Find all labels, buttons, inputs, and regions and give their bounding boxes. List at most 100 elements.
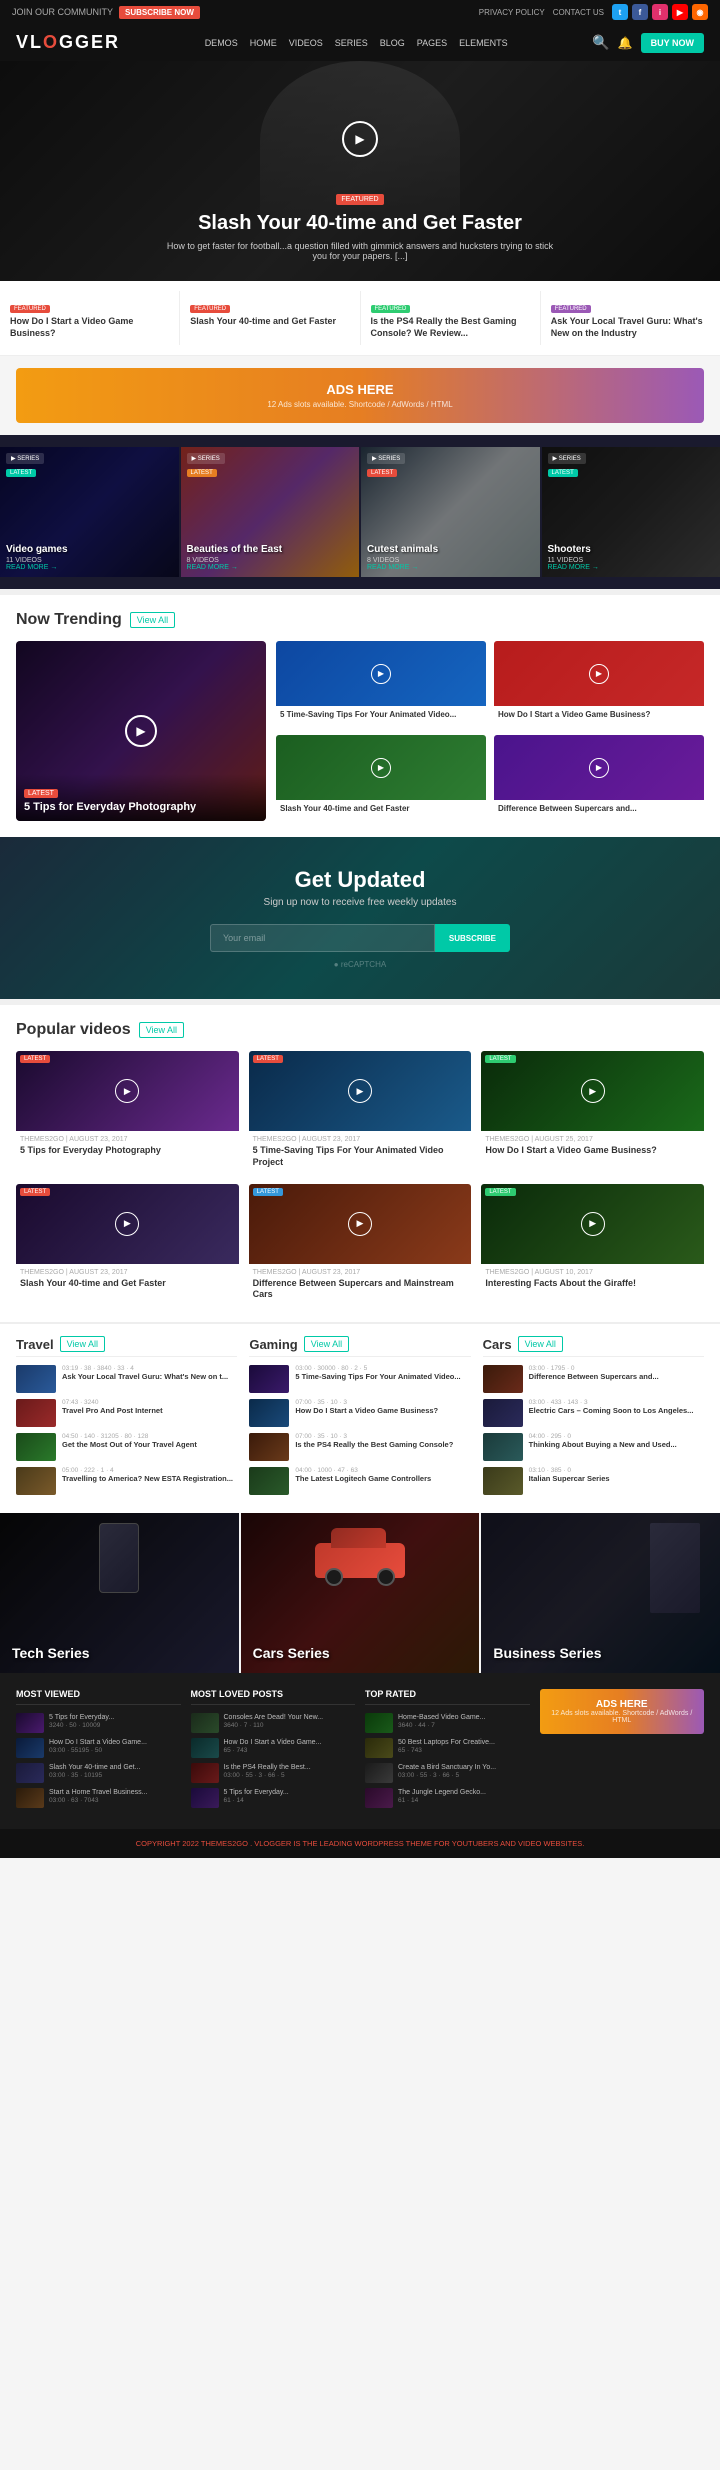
nav-blog[interactable]: BLOG xyxy=(380,38,405,48)
cars-view-all[interactable]: View All xyxy=(518,1336,563,1352)
subscribe-form-button[interactable]: SUBSCRIBE xyxy=(435,924,510,952)
most-viewed-item-1[interactable]: 5 Tips for Everyday... 3240 · 50 · 10009 xyxy=(16,1713,181,1733)
twitter-icon[interactable]: t xyxy=(612,4,628,20)
travel-item-3[interactable]: 04:50 · 140 · 31205 · 80 · 128 Get the M… xyxy=(16,1433,237,1461)
popular-play-2[interactable]: ▶ xyxy=(348,1079,372,1103)
series-read-more-1[interactable]: READ MORE → xyxy=(6,564,173,571)
popular-play-3[interactable]: ▶ xyxy=(581,1079,605,1103)
most-viewed-item-3[interactable]: Slash Your 40-time and Get... 03:00 · 35… xyxy=(16,1763,181,1783)
youtube-icon[interactable]: ▶ xyxy=(672,4,688,20)
nav-series[interactable]: SERIES xyxy=(335,38,368,48)
nav-videos[interactable]: VIDEOS xyxy=(289,38,323,48)
travel-item-1[interactable]: 03:19 · 38 · 3840 · 33 · 4 Ask Your Loca… xyxy=(16,1365,237,1393)
privacy-link[interactable]: PRIVACY POLICY xyxy=(479,8,545,17)
top-rated-item-3[interactable]: Create a Bird Sanctuary In Yo... 03:00 ·… xyxy=(365,1763,530,1783)
travel-item-4[interactable]: 05:00 · 222 · 1 · 4 Travelling to Americ… xyxy=(16,1467,237,1495)
popular-card-2[interactable]: LATEST ▶ THEMES2GO | AUGUST 23, 2017 5 T… xyxy=(249,1051,472,1173)
trending-small-play-4[interactable]: ▶ xyxy=(589,758,609,778)
series-read-more-4[interactable]: READ MORE → xyxy=(548,564,715,571)
travel-item-2[interactable]: 07:43 · 3240 Travel Pro And Post Interne… xyxy=(16,1399,237,1427)
featured-card-1[interactable]: FEATURED How Do I Start a Video Game Bus… xyxy=(0,291,180,345)
nav-demos[interactable]: DEMOS xyxy=(205,38,238,48)
ads-banner[interactable]: ADS HERE 12 Ads slots available. Shortco… xyxy=(16,368,704,423)
instagram-icon[interactable]: i xyxy=(652,4,668,20)
most-loved-item-2[interactable]: How Do I Start a Video Game... 65 · 743 xyxy=(191,1738,356,1758)
series-card-shooters[interactable]: ▶ SERIES LATEST Shooters 11 VIDEOS READ … xyxy=(542,447,720,577)
travel-item-meta-4: 05:00 · 222 · 1 · 4 xyxy=(62,1467,237,1474)
nav-pages[interactable]: PAGES xyxy=(417,38,447,48)
popular-play-1[interactable]: ▶ xyxy=(115,1079,139,1103)
series-read-more-2[interactable]: READ MORE → xyxy=(187,564,354,571)
trending-main-play[interactable]: ▶ xyxy=(125,715,157,747)
cars-item-1[interactable]: 03:00 · 1795 · 0 Difference Between Supe… xyxy=(483,1365,704,1393)
main-nav: DEMOS HOME VIDEOS SERIES BLOG PAGES ELEM… xyxy=(205,38,508,48)
most-loved-item-4[interactable]: 5 Tips for Everyday... 61 · 14 xyxy=(191,1788,356,1808)
top-rated-item-2[interactable]: 50 Best Laptops For Creative... 65 · 743 xyxy=(365,1738,530,1758)
gaming-item-4[interactable]: 04:00 · 1000 · 47 · 63 The Latest Logite… xyxy=(249,1467,470,1495)
gaming-item-info-2: 07:00 · 35 · 10 · 3 How Do I Start a Vid… xyxy=(295,1399,470,1427)
buy-now-button[interactable]: BUY NOW xyxy=(641,33,704,53)
nav-elements[interactable]: ELEMENTS xyxy=(459,38,508,48)
trending-main-info: LATEST 5 Tips for Everyday Photography xyxy=(16,774,266,821)
rss-icon[interactable]: ◉ xyxy=(692,4,708,20)
popular-source-3: THEMES2GO | AUGUST 25, 2017 xyxy=(485,1136,700,1143)
cars-item-2[interactable]: 03:00 · 433 · 143 · 3 Electric Cars – Co… xyxy=(483,1399,704,1427)
hero-play-button[interactable]: ▶ xyxy=(342,121,378,157)
subscribe-btn[interactable]: SUBSCRIBE NOW xyxy=(119,6,200,19)
most-viewed-item-2[interactable]: How Do I Start a Video Game... 03:00 · 5… xyxy=(16,1738,181,1758)
popular-card-3[interactable]: LATEST ▶ THEMES2GO | AUGUST 25, 2017 How… xyxy=(481,1051,704,1173)
trending-small-play-2[interactable]: ▶ xyxy=(589,664,609,684)
trending-view-all[interactable]: View All xyxy=(130,612,175,628)
footer-ads-banner[interactable]: ADS HERE 12 Ads slots available. Shortco… xyxy=(540,1689,705,1734)
popular-play-6[interactable]: ▶ xyxy=(581,1212,605,1236)
popular-card-6[interactable]: LATEST ▶ THEMES2GO | AUGUST 10, 2017 Int… xyxy=(481,1184,704,1306)
popular-card-4[interactable]: LATEST ▶ THEMES2GO | AUGUST 23, 2017 Sla… xyxy=(16,1184,239,1306)
gaming-item-1[interactable]: 03:00 · 30000 · 80 · 2 · 5 5 Time-Saving… xyxy=(249,1365,470,1393)
popular-play-4[interactable]: ▶ xyxy=(115,1212,139,1236)
series-card-video-games[interactable]: ▶ SERIES LATEST Video games 11 VIDEOS RE… xyxy=(0,447,179,577)
trending-small-4[interactable]: ▶ Difference Between Supercars and... xyxy=(494,735,704,821)
facebook-icon[interactable]: f xyxy=(632,4,648,20)
trending-small-play-3[interactable]: ▶ xyxy=(371,758,391,778)
series-card-beauties[interactable]: ▶ SERIES LATEST Beauties of the East 8 V… xyxy=(181,447,360,577)
trending-small-3[interactable]: ▶ Slash Your 40-time and Get Faster xyxy=(276,735,486,821)
most-loved-item-1[interactable]: Consoles Are Dead! Your New... 3640 · 7 … xyxy=(191,1713,356,1733)
most-viewed-info-4: Start a Home Travel Business... 03:00 · … xyxy=(49,1788,147,1808)
most-loved-thumb-3 xyxy=(191,1763,219,1783)
showcase-tech[interactable]: Tech Series xyxy=(0,1513,239,1673)
trending-main-title: 5 Tips for Everyday Photography xyxy=(24,801,258,813)
series-read-more-3[interactable]: READ MORE → xyxy=(367,564,534,571)
showcase-info-cars: Cars Series xyxy=(241,1633,480,1673)
series-card-animals[interactable]: ▶ SERIES LATEST Cutest animals 8 VIDEOS … xyxy=(361,447,540,577)
popular-card-1[interactable]: LATEST ▶ THEMES2GO | AUGUST 23, 2017 5 T… xyxy=(16,1051,239,1173)
top-rated-item-1[interactable]: Home-Based Video Game... 3640 · 44 · 7 xyxy=(365,1713,530,1733)
most-viewed-item-4[interactable]: Start a Home Travel Business... 03:00 · … xyxy=(16,1788,181,1808)
featured-card-4[interactable]: FEATURED Ask Your Local Travel Guru: Wha… xyxy=(541,291,720,345)
car-roof xyxy=(331,1528,386,1548)
most-loved-item-3[interactable]: Is the PS4 Really the Best... 03:00 · 55… xyxy=(191,1763,356,1783)
cars-item-4[interactable]: 03:10 · 385 · 0 Italian Supercar Series xyxy=(483,1467,704,1495)
series-title-2: Beauties of the East xyxy=(187,544,354,555)
gaming-item-3[interactable]: 07:00 · 35 · 10 · 3 Is the PS4 Really th… xyxy=(249,1433,470,1461)
trending-small-play-1[interactable]: ▶ xyxy=(371,664,391,684)
bell-icon[interactable]: 🔔 xyxy=(618,36,633,50)
popular-card-5[interactable]: LATEST ▶ THEMES2GO | AUGUST 23, 2017 Dif… xyxy=(249,1184,472,1306)
gaming-view-all[interactable]: View All xyxy=(304,1336,349,1352)
popular-view-all[interactable]: View All xyxy=(139,1022,184,1038)
contact-link[interactable]: CONTACT US xyxy=(553,8,604,17)
travel-view-all[interactable]: View All xyxy=(60,1336,105,1352)
showcase-business[interactable]: Business Series xyxy=(481,1513,720,1673)
search-icon[interactable]: 🔍 xyxy=(592,34,609,51)
email-input[interactable] xyxy=(210,924,435,952)
featured-card-2[interactable]: FEATURED Slash Your 40-time and Get Fast… xyxy=(180,291,360,345)
showcase-cars[interactable]: Cars Series xyxy=(241,1513,480,1673)
nav-home[interactable]: HOME xyxy=(250,38,277,48)
cars-item-3[interactable]: 04:00 · 295 · 0 Thinking About Buying a … xyxy=(483,1433,704,1461)
trending-small-1[interactable]: ▶ 5 Time-Saving Tips For Your Animated V… xyxy=(276,641,486,727)
trending-main-card[interactable]: ▶ LATEST 5 Tips for Everyday Photography xyxy=(16,641,266,821)
trending-small-2[interactable]: ▶ How Do I Start a Video Game Business? xyxy=(494,641,704,727)
gaming-item-2[interactable]: 07:00 · 35 · 10 · 3 How Do I Start a Vid… xyxy=(249,1399,470,1427)
popular-play-5[interactable]: ▶ xyxy=(348,1212,372,1236)
top-rated-item-4[interactable]: The Jungle Legend Gecko... 61 · 14 xyxy=(365,1788,530,1808)
featured-card-3[interactable]: FEATURED Is the PS4 Really the Best Gami… xyxy=(361,291,541,345)
